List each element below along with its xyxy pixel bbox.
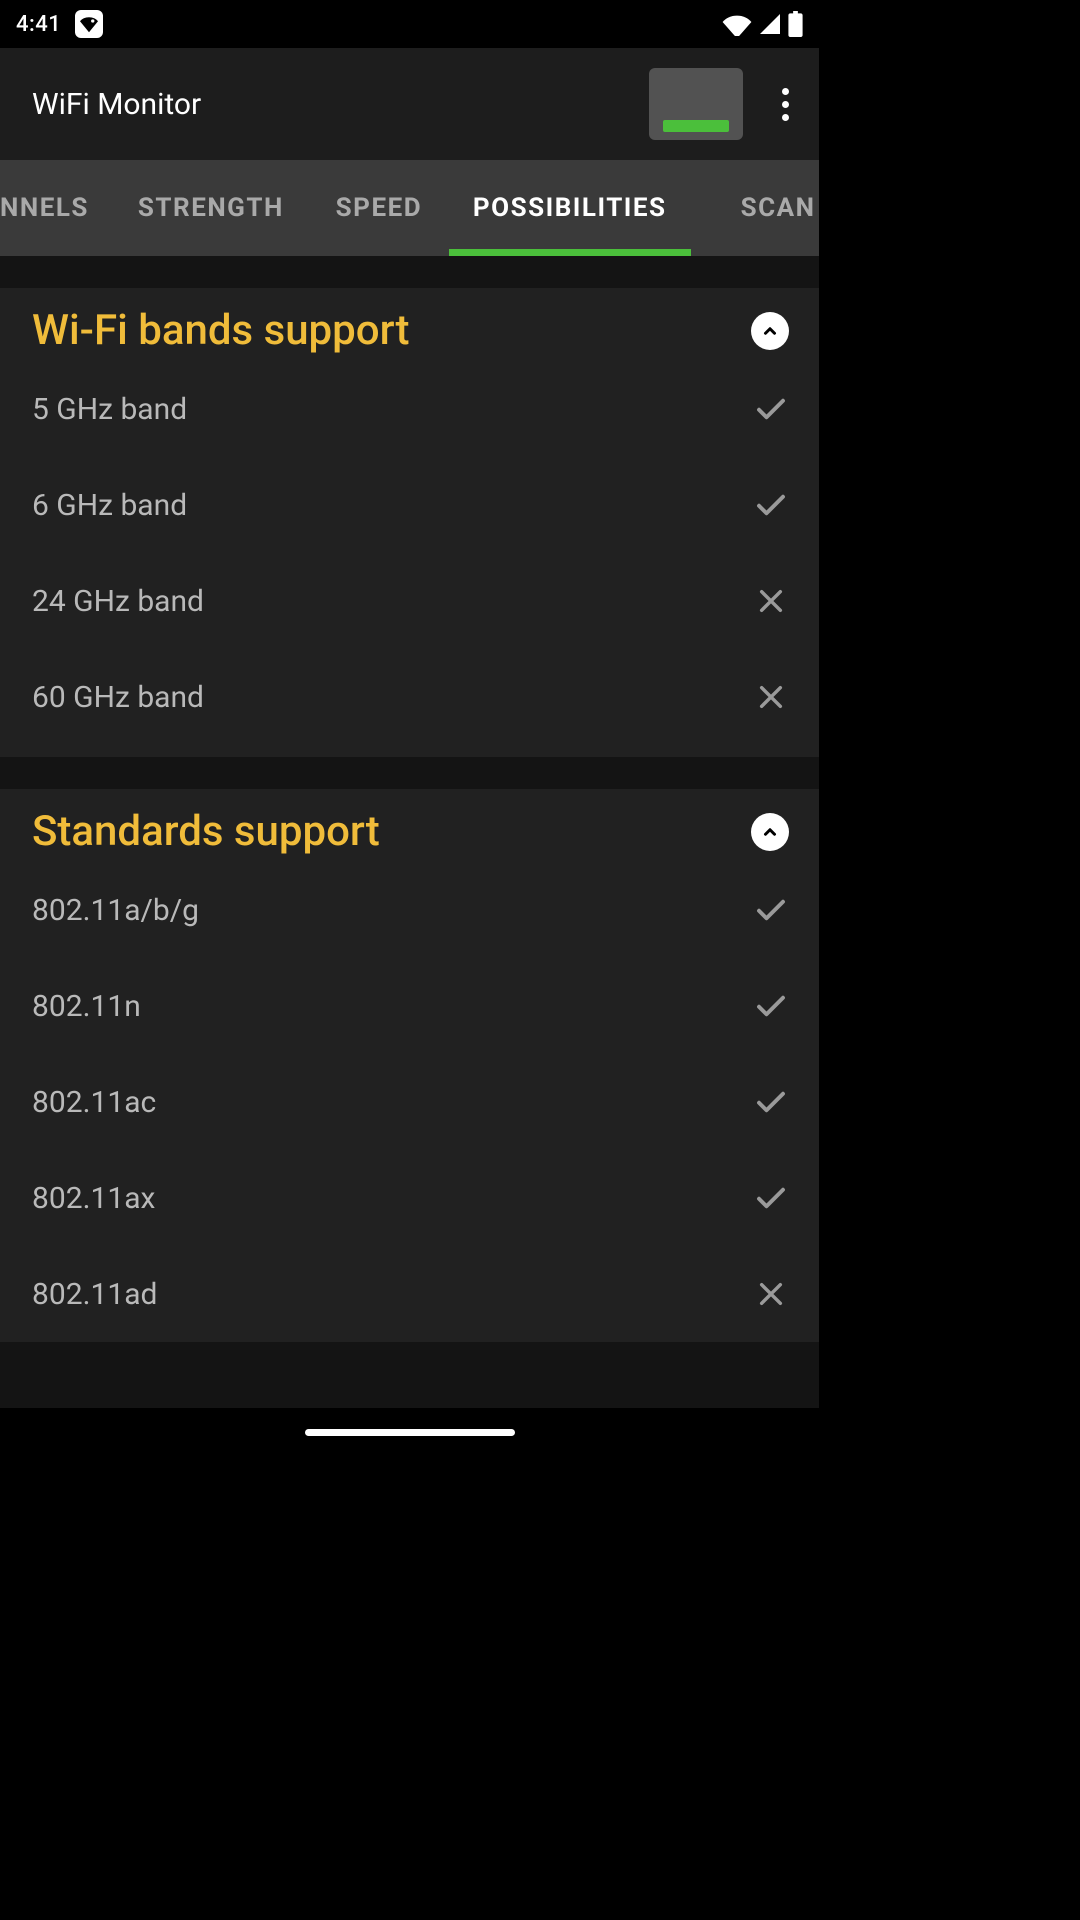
- tab-label: SPEED: [336, 193, 422, 223]
- tab-label: STRENGTH: [138, 193, 284, 223]
- cellular-icon: [758, 12, 782, 36]
- check-icon: [753, 487, 789, 523]
- capability-label: 802.11ax: [32, 1181, 155, 1216]
- tab-channels[interactable]: NNELS: [0, 160, 113, 256]
- section-header[interactable]: Wi-Fi bands support: [0, 288, 819, 361]
- wifi-icon: [722, 12, 752, 36]
- tab-possibilities[interactable]: POSSIBILITIES: [449, 160, 691, 256]
- tab-scan[interactable]: SCAN: [691, 160, 819, 256]
- collapse-button[interactable]: [751, 813, 789, 851]
- home-indicator[interactable]: [305, 1429, 515, 1436]
- capability-row: 802.11ad: [0, 1246, 819, 1342]
- capability-row: 802.11ax: [0, 1150, 819, 1246]
- app-bar: WiFi Monitor: [0, 48, 819, 160]
- app-notification-icon: [75, 10, 103, 38]
- check-icon: [753, 391, 789, 427]
- tab-speed[interactable]: SPEED: [309, 160, 449, 256]
- capability-label: 24 GHz band: [32, 584, 204, 619]
- chevron-up-icon: [761, 823, 779, 841]
- tab-label: NNELS: [0, 193, 89, 223]
- section-header[interactable]: Standards support: [0, 789, 819, 862]
- cross-icon: [753, 1276, 789, 1312]
- cross-icon: [753, 679, 789, 715]
- status-time: 4:41: [16, 12, 61, 37]
- battery-icon: [788, 11, 803, 37]
- app-title: WiFi Monitor: [32, 87, 201, 122]
- capability-label: 5 GHz band: [32, 392, 187, 427]
- system-nav-bar: [0, 1408, 819, 1456]
- capability-row: 5 GHz band: [0, 361, 819, 457]
- collapse-button[interactable]: [751, 312, 789, 350]
- capability-row: 802.11a/b/g: [0, 862, 819, 958]
- tab-label: POSSIBILITIES: [473, 193, 667, 223]
- status-bar-right: [722, 11, 803, 37]
- app-bar-actions: [649, 68, 809, 140]
- capability-label: 802.11a/b/g: [32, 893, 199, 928]
- capability-label: 802.11n: [32, 989, 141, 1024]
- signal-indicator-button[interactable]: [649, 68, 743, 140]
- check-icon: [753, 1084, 789, 1120]
- section-title: Standards support: [32, 807, 380, 856]
- capability-label: 802.11ac: [32, 1085, 156, 1120]
- tab-bar[interactable]: NNELS STRENGTH SPEED POSSIBILITIES SCAN: [0, 160, 819, 256]
- signal-bar-icon: [663, 120, 729, 132]
- capability-row: 802.11ac: [0, 1054, 819, 1150]
- capability-row: 6 GHz band: [0, 457, 819, 553]
- section-title: Wi-Fi bands support: [32, 306, 409, 355]
- capability-label: 6 GHz band: [32, 488, 187, 523]
- capability-label: 802.11ad: [32, 1277, 157, 1312]
- tab-label: SCAN: [741, 193, 816, 223]
- capability-row: 60 GHz band: [0, 649, 819, 745]
- capability-label: 60 GHz band: [32, 680, 204, 715]
- check-icon: [753, 988, 789, 1024]
- overflow-menu-button[interactable]: [761, 80, 809, 128]
- capability-row: 802.11n: [0, 958, 819, 1054]
- section-standards: Standards support 802.11a/b/g 802.11n 802.1…: [0, 789, 819, 1342]
- tab-strength[interactable]: STRENGTH: [113, 160, 309, 256]
- section-bands: Wi-Fi bands support 5 GHz band 6 GHz band 2…: [0, 288, 819, 757]
- content-scroll[interactable]: Wi-Fi bands support 5 GHz band 6 GHz band 2…: [0, 256, 819, 1408]
- chevron-up-icon: [761, 322, 779, 340]
- status-bar: 4:41: [0, 0, 819, 48]
- cross-icon: [753, 583, 789, 619]
- check-icon: [753, 1180, 789, 1216]
- status-bar-left: 4:41: [16, 10, 103, 38]
- check-icon: [753, 892, 789, 928]
- more-vert-icon: [782, 88, 789, 121]
- capability-row: 24 GHz band: [0, 553, 819, 649]
